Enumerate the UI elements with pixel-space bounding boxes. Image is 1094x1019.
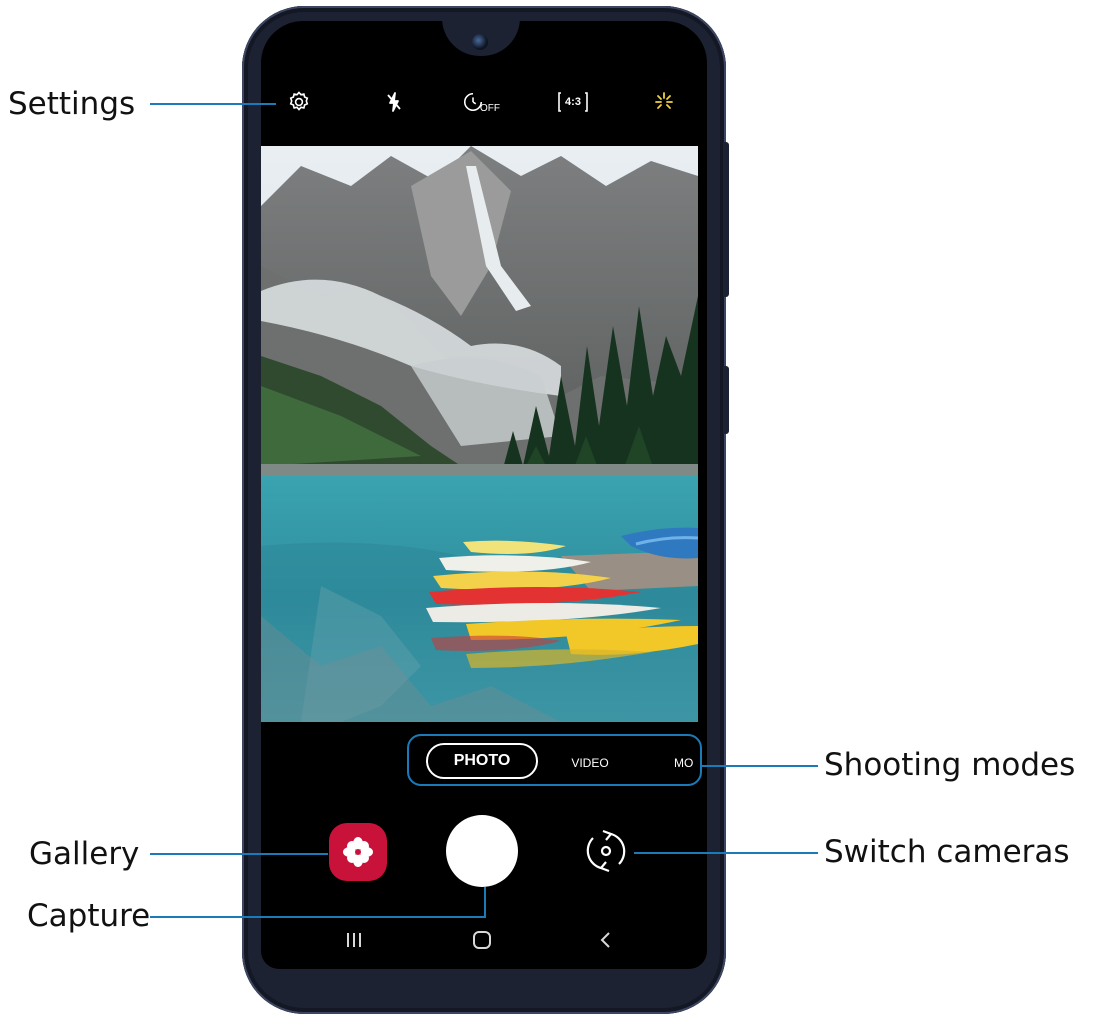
timer-off-label: OFF xyxy=(480,102,500,114)
aspect-ratio-label: 4:3 xyxy=(565,96,581,108)
volume-button xyxy=(723,142,729,297)
capture-callout-line-v xyxy=(484,887,486,918)
gallery-callout-label: Gallery xyxy=(29,836,140,872)
mode-video-tab[interactable]: VIDEO xyxy=(560,753,620,773)
gallery-flower-icon xyxy=(343,837,373,867)
gallery-callout-line xyxy=(150,853,328,855)
switch-camera-icon xyxy=(586,829,626,873)
capture-callout-label: Capture xyxy=(27,898,151,934)
settings-gear-icon[interactable] xyxy=(283,86,315,118)
switch-cameras-callout-line xyxy=(634,852,818,854)
flash-off-icon[interactable] xyxy=(378,86,410,118)
mode-photo-tab[interactable]: PHOTO xyxy=(426,743,538,779)
switch-camera-button[interactable] xyxy=(578,823,634,879)
filters-effects-icon[interactable] xyxy=(648,86,680,118)
mode-more-tab[interactable]: MO xyxy=(674,753,698,773)
power-button xyxy=(723,366,729,434)
shooting-modes-callout-label: Shooting modes xyxy=(824,747,1076,783)
front-camera-lens xyxy=(472,34,488,50)
timer-off-icon[interactable]: OFF xyxy=(461,86,501,118)
camera-viewfinder[interactable] xyxy=(261,146,698,722)
settings-callout-label: Settings xyxy=(8,86,136,122)
aspect-ratio-icon[interactable]: 4:3 xyxy=(555,86,591,118)
gallery-button[interactable] xyxy=(329,823,387,881)
shooting-modes-callout-line xyxy=(702,765,818,767)
back-icon[interactable] xyxy=(587,926,623,954)
home-icon[interactable] xyxy=(464,926,500,954)
recent-apps-icon[interactable] xyxy=(336,926,372,954)
switch-cameras-callout-label: Switch cameras xyxy=(824,834,1070,870)
shutter-button[interactable] xyxy=(446,815,518,887)
settings-callout-line xyxy=(150,103,276,105)
capture-callout-line-h xyxy=(150,916,486,918)
